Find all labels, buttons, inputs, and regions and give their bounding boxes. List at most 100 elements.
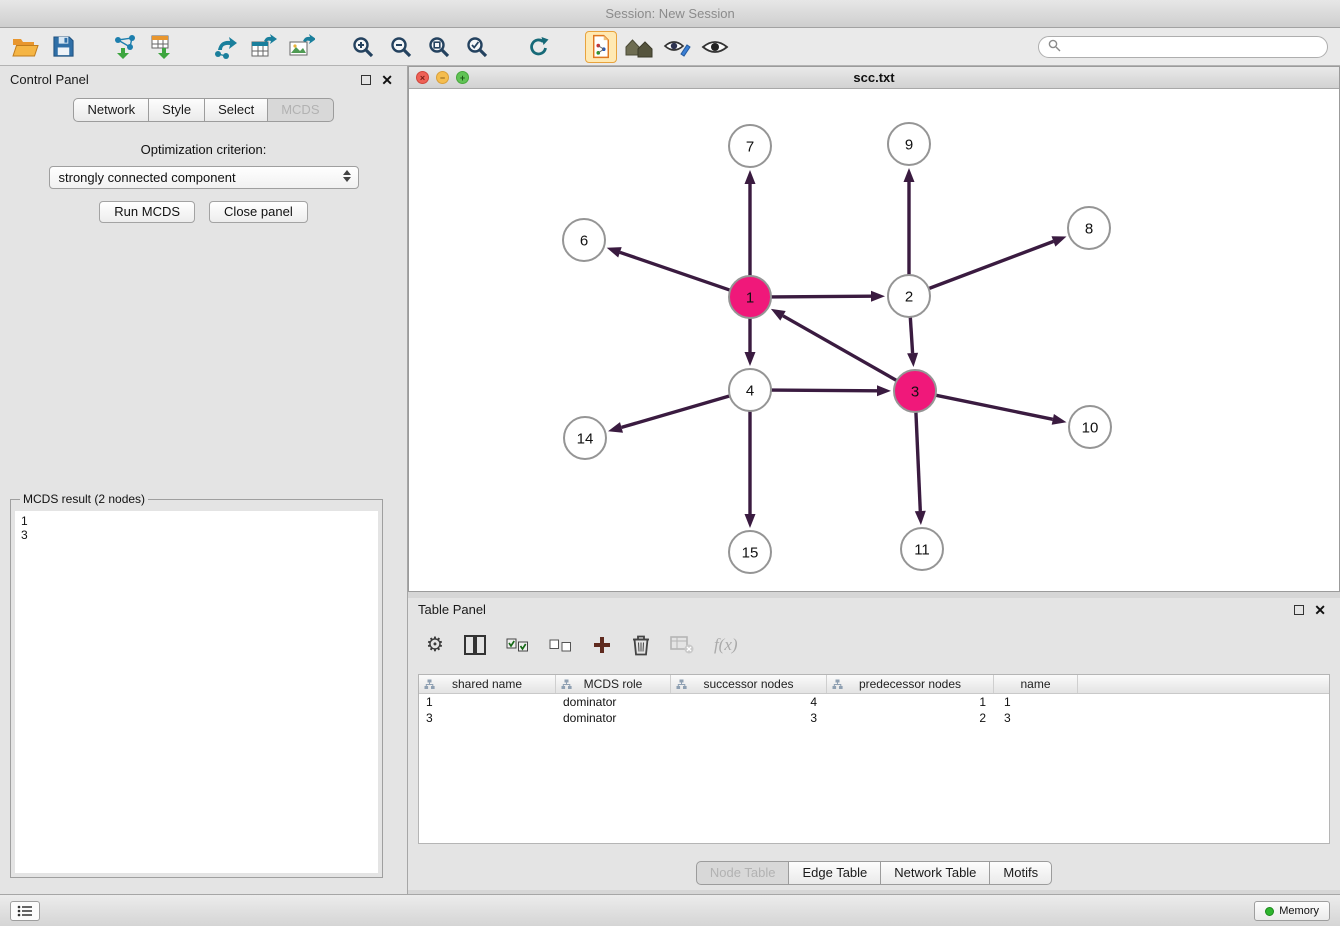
- graph-edge-arrowhead: [871, 291, 885, 302]
- optimization-criterion-select[interactable]: strongly connected component: [49, 166, 359, 189]
- select-all-columns-icon[interactable]: [506, 638, 529, 653]
- close-table-panel-icon[interactable]: ✕: [1314, 601, 1326, 619]
- column-header-shared-name[interactable]: shared name: [419, 675, 556, 693]
- zoom-window-button[interactable]: +: [456, 71, 469, 84]
- float-table-panel-button[interactable]: [1294, 605, 1304, 615]
- table-panel-tabs: Node Table Edge Table Network Table Moti…: [408, 861, 1340, 885]
- apply-layout-icon[interactable]: [523, 31, 555, 63]
- graph-edge-1-2[interactable]: [771, 296, 871, 297]
- deselect-all-columns-icon[interactable]: [549, 638, 572, 653]
- tab-style[interactable]: Style: [148, 98, 205, 122]
- tab-motifs[interactable]: Motifs: [989, 861, 1052, 885]
- column-type-icon: [561, 679, 572, 693]
- graph-edge-1-6[interactable]: [620, 252, 730, 290]
- graph-edge-4-3[interactable]: [771, 390, 877, 391]
- cell-shared-name[interactable]: 3: [419, 710, 556, 726]
- column-header-predecessor-nodes[interactable]: predecessor nodes: [827, 675, 994, 693]
- tab-node-table[interactable]: Node Table: [696, 861, 790, 885]
- graph-edge-arrowhead: [607, 247, 622, 257]
- graph-edge-2-8[interactable]: [929, 241, 1054, 288]
- graph-edge-arrowhead: [1052, 236, 1067, 246]
- tab-network[interactable]: Network: [73, 98, 149, 122]
- cell-predecessor-nodes[interactable]: 1: [827, 694, 994, 710]
- table-body: 1dominator4113dominator323: [419, 694, 1329, 726]
- column-header-label: successor nodes: [703, 677, 793, 691]
- cell-name[interactable]: 1: [994, 694, 1078, 710]
- cell-shared-name[interactable]: 1: [419, 694, 556, 710]
- graph-node-label-14: 14: [577, 431, 594, 448]
- panel-list-button[interactable]: [10, 901, 40, 921]
- column-header-label: MCDS role: [584, 677, 643, 691]
- save-session-icon[interactable]: [47, 31, 79, 63]
- cell-successor-nodes[interactable]: 4: [671, 694, 827, 710]
- home-view-icon[interactable]: [623, 31, 655, 63]
- zoom-out-icon[interactable]: [385, 31, 417, 63]
- float-panel-button[interactable]: [361, 75, 371, 85]
- cell-successor-nodes[interactable]: 3: [671, 710, 827, 726]
- column-header-mcds-role[interactable]: MCDS role: [556, 675, 671, 693]
- cell-name[interactable]: 3: [994, 710, 1078, 726]
- add-column-icon[interactable]: [592, 635, 612, 655]
- run-mcds-button[interactable]: Run MCDS: [99, 201, 195, 223]
- column-header-successor-nodes[interactable]: successor nodes: [671, 675, 827, 693]
- graph-edge-2-3[interactable]: [910, 317, 912, 353]
- cell-mcds-role[interactable]: dominator: [556, 710, 671, 726]
- mcds-result-text[interactable]: 1 3: [15, 511, 378, 873]
- list-icon: [17, 905, 33, 917]
- network-document-icon[interactable]: [585, 31, 617, 63]
- cell-mcds-role[interactable]: dominator: [556, 694, 671, 710]
- close-window-button[interactable]: ×: [416, 71, 429, 84]
- table-header-row: shared name MCDS role successor nodes pr…: [419, 675, 1329, 694]
- graph-edge-3-11[interactable]: [916, 412, 920, 511]
- graph-node-label-9: 9: [905, 137, 913, 154]
- table-panel-header: Table Panel ✕: [408, 598, 1340, 622]
- graph-node-label-8: 8: [1085, 221, 1093, 238]
- search-box[interactable]: [1038, 36, 1328, 58]
- mcds-buttons-row: Run MCDS Close panel: [0, 201, 407, 223]
- graph-edge-arrowhead: [1052, 414, 1067, 425]
- tab-edge-table[interactable]: Edge Table: [788, 861, 881, 885]
- table-row[interactable]: 3dominator323: [419, 710, 1329, 726]
- export-image-icon[interactable]: [285, 31, 317, 63]
- close-panel-icon[interactable]: ✕: [381, 71, 393, 89]
- network-window-titlebar[interactable]: × − + scc.txt: [409, 67, 1339, 89]
- column-layout-icon[interactable]: [464, 635, 486, 655]
- graph-edge-arrowhead: [745, 170, 756, 184]
- delete-column-icon[interactable]: [632, 634, 650, 656]
- network-canvas[interactable]: 7968124314101511: [409, 89, 1339, 591]
- criterion-selected-value: strongly connected component: [59, 170, 236, 185]
- column-header-name[interactable]: name: [994, 675, 1078, 693]
- graph-edge-3-1[interactable]: [783, 316, 897, 381]
- import-table-icon[interactable]: [147, 31, 179, 63]
- tab-select[interactable]: Select: [204, 98, 268, 122]
- close-panel-button[interactable]: Close panel: [209, 201, 308, 223]
- graph-edge-arrowhead: [915, 511, 926, 525]
- zoom-selected-icon[interactable]: [461, 31, 493, 63]
- column-type-icon: [424, 679, 435, 693]
- open-session-icon[interactable]: [9, 31, 41, 63]
- export-network-icon[interactable]: [209, 31, 241, 63]
- table-row[interactable]: 1dominator411: [419, 694, 1329, 710]
- graph-edge-3-10[interactable]: [936, 395, 1053, 419]
- memory-button[interactable]: Memory: [1254, 901, 1330, 921]
- search-input[interactable]: [1066, 40, 1318, 54]
- control-panel-header: Control Panel ✕: [0, 66, 407, 94]
- graph-edge-4-14[interactable]: [622, 396, 730, 428]
- cell-predecessor-nodes[interactable]: 2: [827, 710, 994, 726]
- export-table-icon[interactable]: [247, 31, 279, 63]
- graph-node-label-3: 3: [911, 384, 919, 401]
- tab-network-table[interactable]: Network Table: [880, 861, 990, 885]
- settings-gear-icon[interactable]: ⚙: [426, 635, 444, 655]
- status-bar: Memory: [0, 894, 1340, 926]
- graph-node-label-15: 15: [742, 545, 759, 562]
- zoom-in-icon[interactable]: [347, 31, 379, 63]
- import-network-icon[interactable]: [109, 31, 141, 63]
- tab-mcds[interactable]: MCDS: [267, 98, 333, 122]
- table-panel: Table Panel ✕ ⚙ f(x) shared name: [408, 598, 1340, 890]
- edit-style-icon[interactable]: [661, 31, 693, 63]
- show-graphics-icon[interactable]: [699, 31, 731, 63]
- graph-edge-arrowhead: [771, 309, 786, 321]
- zoom-fit-icon[interactable]: [423, 31, 455, 63]
- minimize-window-button[interactable]: −: [436, 71, 449, 84]
- graph-node-label-11: 11: [914, 542, 930, 559]
